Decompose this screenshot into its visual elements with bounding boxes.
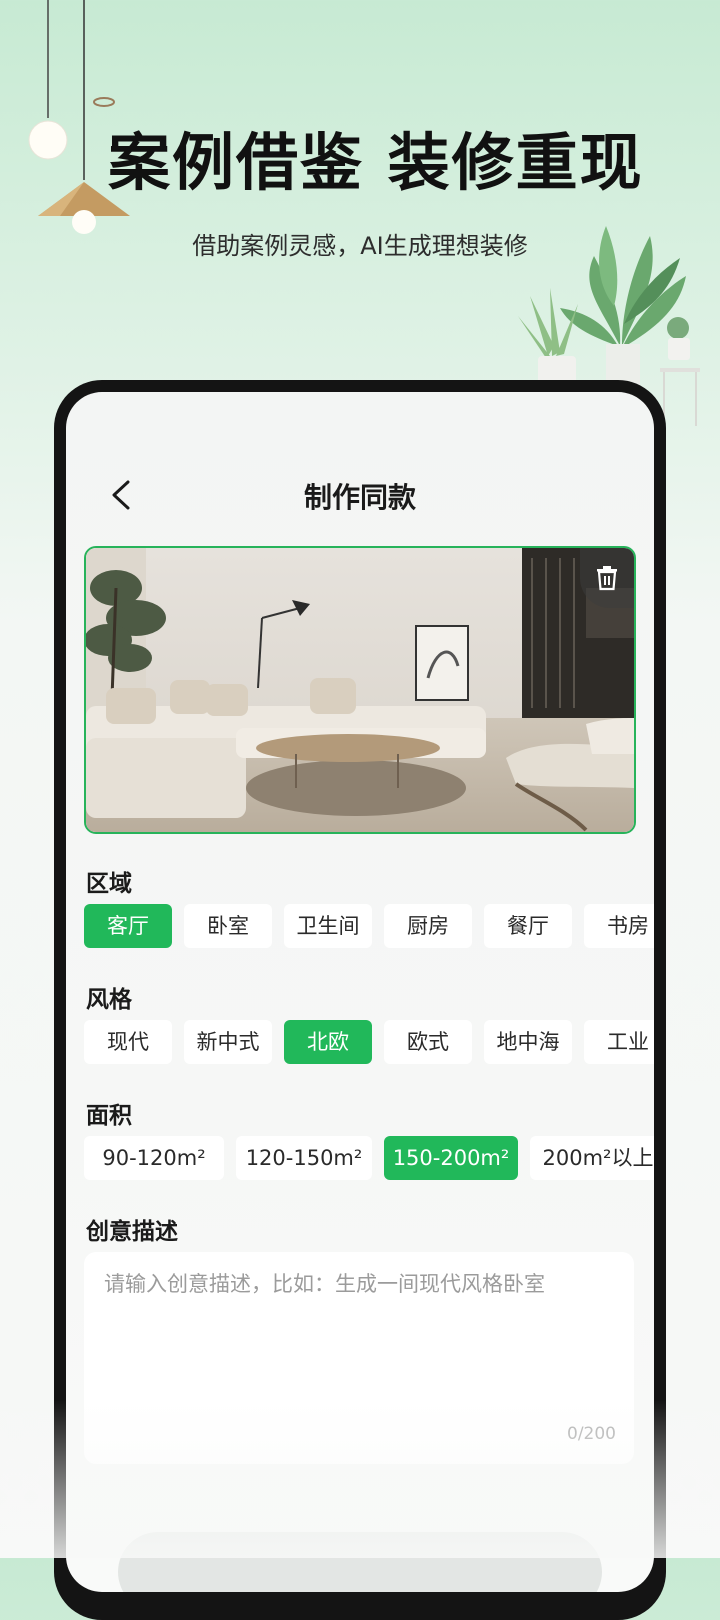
style-option-industrial[interactable]: 工业 [584,1020,654,1064]
area-option-120-150[interactable]: 120-150m² [236,1136,372,1180]
area-option-90-120[interactable]: 90-120m² [84,1136,224,1180]
hero-title: 案例借鉴 装修重现 [108,126,644,199]
trash-icon [597,566,617,591]
character-counter: 0/200 [567,1424,616,1444]
region-option-bathroom[interactable]: 卫生间 [284,904,372,948]
region-option-living-room[interactable]: 客厅 [84,904,172,948]
style-option-european[interactable]: 欧式 [384,1020,472,1064]
description-input[interactable] [102,1266,616,1420]
living-room-image [86,548,634,832]
style-label: 风格 [86,987,132,1013]
region-option-dining-room[interactable]: 餐厅 [484,904,572,948]
page-title: 制作同款 [303,481,416,514]
style-option-nordic[interactable]: 北欧 [284,1020,372,1064]
region-option-bedroom[interactable]: 卧室 [184,904,272,948]
area-option-200-plus[interactable]: 200m²以上 [530,1136,654,1180]
style-option-new-chinese[interactable]: 新中式 [184,1020,272,1064]
app-screen: 制作同款 区域 客厅 卧室 卫生间 厨房 餐厅 书房 风格 现代 新中式 北欧 … [66,392,654,1592]
style-options: 现代 新中式 北欧 欧式 地中海 工业 [84,1020,654,1064]
region-option-kitchen[interactable]: 厨房 [384,904,472,948]
area-option-150-200[interactable]: 150-200m² [384,1136,518,1180]
region-options: 客厅 卧室 卫生间 厨房 餐厅 书房 [84,904,654,948]
style-option-modern[interactable]: 现代 [84,1020,172,1064]
description-label: 创意描述 [86,1219,178,1245]
region-option-study[interactable]: 书房 [584,904,654,948]
description-box: 0/200 [84,1252,634,1464]
reference-photo[interactable] [84,546,636,834]
region-label: 区域 [86,871,132,897]
area-label: 面积 [86,1103,132,1129]
style-option-mediterranean[interactable]: 地中海 [484,1020,572,1064]
generate-button[interactable] [118,1532,602,1592]
delete-photo-button[interactable] [580,548,634,608]
area-options: 90-120m² 120-150m² 150-200m² 200m²以上 [84,1136,654,1180]
